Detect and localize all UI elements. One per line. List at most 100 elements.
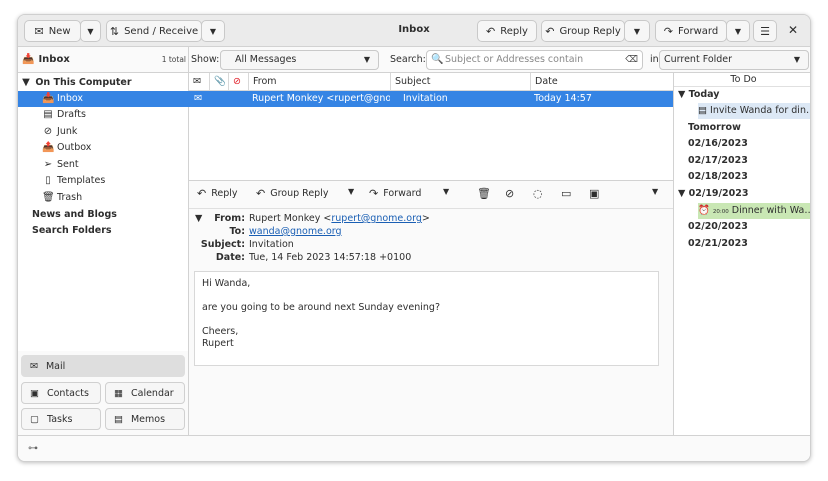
drafts-icon: ▤ [43,109,53,120]
mark-not-junk-button[interactable]: ◌ [533,187,543,200]
archive-button[interactable]: ▭ [561,187,571,200]
importance-column-icon: ⊘ [233,76,241,87]
preview-forward-button[interactable]: ↷ Forward [369,187,421,200]
folder-item-sent[interactable]: ➢ Sent [42,157,79,173]
group-reply-button[interactable]: ↶ Group Reply [541,20,625,42]
column-subject[interactable]: Subject [391,73,531,91]
switcher-calendar-button[interactable]: ▦ Calendar [105,382,185,404]
column-status[interactable]: ✉ [189,73,210,91]
folder-label: Sent [57,159,79,170]
account-on-this-computer[interactable]: ▼ On This Computer [20,75,131,91]
in-label: in [650,54,659,65]
todo-event-time: 20:00 [712,209,729,215]
todo-group-date[interactable]: 02/16/2023 [688,136,748,152]
todo-date-label: 02/16/2023 [688,138,748,149]
switcher-mail-button[interactable]: ✉ Mail [21,355,185,377]
expander-open-icon[interactable]: ▼ [20,75,32,91]
preview-reply-label: Reply [211,188,238,199]
send-receive-dropdown-button[interactable]: ▼ [201,20,225,42]
preview-forward-dropdown[interactable]: ▼ [443,187,449,196]
expander-open-icon[interactable]: ▼ [678,188,685,199]
reply-button[interactable]: ↶ Reply [477,20,537,42]
todo-group-date[interactable]: 02/21/2023 [688,236,748,252]
from-email-link[interactable]: rupert@gnome.org [331,213,422,224]
search-label: Search: [390,54,426,65]
header-to: To: wanda@gnome.org [213,226,342,237]
junk-icon: ⊘ [505,187,515,200]
folder-item-drafts[interactable]: ▤ Drafts [42,107,86,123]
todo-group-date[interactable]: 02/17/2023 [688,153,748,169]
alarm-icon: ⏰ [698,205,710,216]
message-from: Rupert Monkey <rupert@gno… [252,93,390,104]
todo-group-date-0219[interactable]: ▼ 02/19/2023 [678,186,748,202]
delete-button[interactable]: 🗑 [477,187,491,200]
message-row[interactable]: ✉ Rupert Monkey <rupert@gno… Invitation … [189,91,673,107]
folder-label: Outbox [57,142,92,153]
memos-icon: ▤ [114,413,123,425]
preview-menu-dropdown[interactable]: ▼ [652,187,658,196]
search-folders-label: Search Folders [32,225,112,236]
send-receive-button[interactable]: ⇅ Send / Receive [106,20,202,42]
column-date[interactable]: Date [531,73,673,91]
switcher-contacts-button[interactable]: ▣ Contacts [21,382,101,404]
trash-icon: 🗑 [477,187,491,200]
preview-forward-label: Forward [383,188,422,199]
close-window-button[interactable]: ✕ [788,23,798,37]
expander-open-icon[interactable]: ▼ [678,89,685,100]
search-scope-select[interactable]: Current Folder ▼ [659,50,809,70]
folder-item-templates[interactable]: ▯ Templates [42,173,105,189]
todo-group-today[interactable]: ▼ Today [678,87,719,103]
todo-group-tomorrow[interactable]: Tomorrow [688,120,741,136]
preview-group-reply-button[interactable]: ↶ Group Reply [256,187,328,200]
todo-group-date[interactable]: 02/20/2023 [688,219,748,235]
contacts-icon: ▣ [30,387,39,399]
image-loading-button[interactable]: ▣ [589,187,599,200]
folder-label: Junk [57,126,78,137]
clear-search-icon[interactable]: ⌫ [625,51,638,69]
new-button[interactable]: ✉ New [24,20,81,42]
forward-icon: ↷ [663,24,673,38]
mail-icon: ✉ [30,360,38,372]
to-email-link[interactable]: wanda@gnome.org [249,226,342,237]
todo-task-item[interactable]: ▤ Invite Wanda for din… [698,103,811,119]
todo-group-date[interactable]: 02/18/2023 [688,169,748,185]
todo-event-item[interactable]: ⏰ 20:00 Dinner with Wa… [698,203,810,219]
forward-button[interactable]: ↷ Forward [655,20,727,42]
search-input[interactable]: 🔍 Subject or Addresses contain ⌫ [426,50,643,70]
switcher-mail-label: Mail [45,360,66,372]
preview-group-reply-dropdown[interactable]: ▼ [348,187,354,196]
mark-junk-button[interactable]: ⊘ [505,187,514,200]
main-menu-button[interactable]: ☰ [753,20,777,42]
status-column-icon: ✉ [193,76,201,87]
subject-key: Subject: [200,239,245,250]
new-dropdown-button[interactable]: ▼ [80,20,101,42]
folder-item-inbox[interactable]: 📥 Inbox [18,91,189,107]
send-receive-icon: ⇅ [109,24,120,38]
folder-item-outbox[interactable]: 📤 Outbox [42,140,91,156]
folder-item-trash[interactable]: 🗑 Trash [42,190,82,206]
folder-header: 📥 Inbox 1 total [18,47,189,73]
folder-item-junk[interactable]: ⊘ Junk [42,124,78,140]
chevron-down-icon: ▼ [443,187,450,196]
preview-reply-button[interactable]: ↶ Reply [197,187,238,200]
column-from[interactable]: From [249,73,391,91]
offline-status-icon[interactable]: ⊶ [28,443,38,454]
filter-bar: Show: All Messages ▼ Search: 🔍 Subject o… [189,47,810,73]
column-attachment[interactable]: 📎 [210,73,229,91]
account-search-folders[interactable]: Search Folders [32,223,112,239]
switcher-memos-button[interactable]: ▤ Memos [105,408,185,430]
forward-dropdown-button[interactable]: ▼ [726,20,750,42]
read-status-icon[interactable]: ✉ [194,91,202,107]
group-reply-dropdown-button[interactable]: ▼ [624,20,650,42]
attachment-column-icon: 📎 [214,76,226,87]
message-headers: ▼ From: Rupert Monkey <rupert@gnome.org> … [189,209,673,271]
account-news-and-blogs[interactable]: News and Blogs [32,207,117,223]
trash-icon: 🗑 [42,192,55,203]
inbox-icon: 📥 [22,54,35,65]
switcher-tasks-button[interactable]: ▢ Tasks [21,408,101,430]
column-importance[interactable]: ⊘ [229,73,249,91]
headers-toggle-icon[interactable]: ▼ [195,213,202,224]
column-subject-label: Subject [395,76,431,87]
todo-task-label: Invite Wanda for din… [710,105,811,116]
show-filter-select[interactable]: All Messages ▼ [220,50,379,70]
